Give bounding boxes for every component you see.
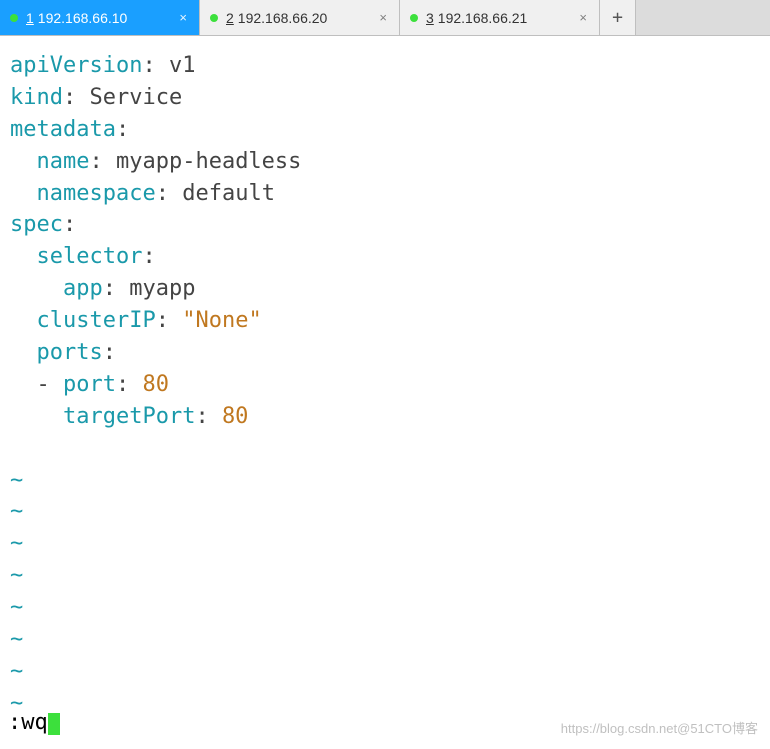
code-line: selector: <box>10 241 760 273</box>
tab-2[interactable]: 2 192.168.66.20 × <box>200 0 400 35</box>
vim-tilde: ~ <box>10 688 760 720</box>
tab-label: 192.168.66.21 <box>438 10 528 26</box>
code-line: app: myapp <box>10 273 760 305</box>
tab-index: 1 <box>26 10 34 26</box>
code-line <box>10 433 760 465</box>
vim-tilde: ~ <box>10 496 760 528</box>
code-line: metadata: <box>10 114 760 146</box>
cursor-icon <box>48 713 60 735</box>
close-icon[interactable]: × <box>177 10 189 25</box>
vim-tilde: ~ <box>10 465 760 497</box>
editor-area[interactable]: apiVersion: v1 kind: Service metadata: n… <box>0 36 770 749</box>
tab-bar: 1 192.168.66.10 × 2 192.168.66.20 × 3 19… <box>0 0 770 36</box>
vim-tilde: ~ <box>10 656 760 688</box>
status-dot-icon <box>210 14 218 22</box>
status-dot-icon <box>410 14 418 22</box>
tab-index: 3 <box>426 10 434 26</box>
vim-tilde: ~ <box>10 560 760 592</box>
tab-label: 192.168.66.10 <box>38 10 128 26</box>
tab-index: 2 <box>226 10 234 26</box>
watermark-text: https://blog.csdn.net@51CTO博客 <box>561 720 758 739</box>
code-line: namespace: default <box>10 178 760 210</box>
code-line: clusterIP: "None" <box>10 305 760 337</box>
code-line: name: myapp-headless <box>10 146 760 178</box>
close-icon[interactable]: × <box>577 10 589 25</box>
vim-tilde: ~ <box>10 624 760 656</box>
code-line: targetPort: 80 <box>10 401 760 433</box>
plus-icon: + <box>612 7 623 28</box>
vim-command-line[interactable]: :wq <box>8 707 60 739</box>
code-line: ports: <box>10 337 760 369</box>
vim-command: :wq <box>8 710 48 735</box>
code-line: - port: 80 <box>10 369 760 401</box>
tab-3[interactable]: 3 192.168.66.21 × <box>400 0 600 35</box>
vim-tilde: ~ <box>10 528 760 560</box>
tab-1[interactable]: 1 192.168.66.10 × <box>0 0 200 35</box>
tab-label: 192.168.66.20 <box>238 10 328 26</box>
code-line: kind: Service <box>10 82 760 114</box>
close-icon[interactable]: × <box>377 10 389 25</box>
new-tab-button[interactable]: + <box>600 0 636 35</box>
status-dot-icon <box>10 14 18 22</box>
code-line: spec: <box>10 209 760 241</box>
vim-tilde: ~ <box>10 592 760 624</box>
code-line: apiVersion: v1 <box>10 50 760 82</box>
